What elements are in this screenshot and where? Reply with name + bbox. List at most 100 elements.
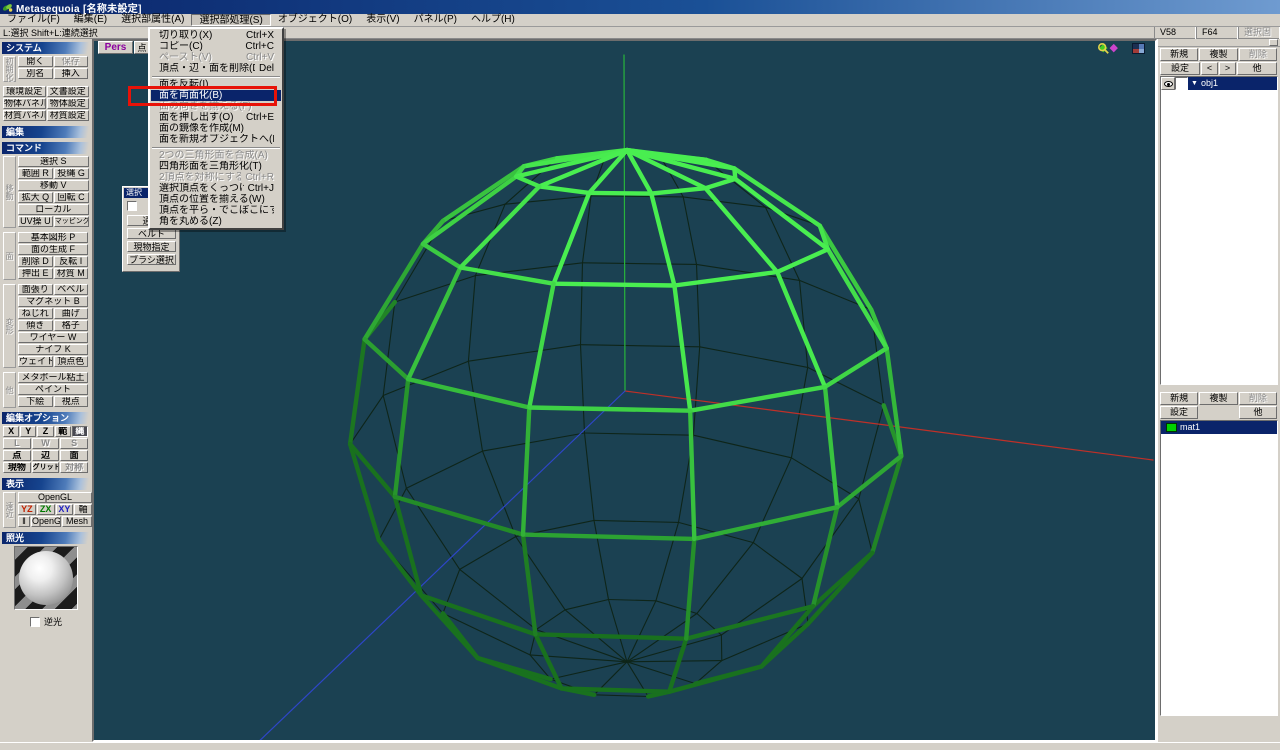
dropdown-item[interactable]: 頂点の位置を揃える(W) <box>151 194 281 205</box>
dropdown-item[interactable]: コピー(C) Ctrl+C <box>151 41 281 52</box>
command-button[interactable]: グリッド <box>31 462 60 473</box>
object-settings-button[interactable]: < <box>1201 62 1218 75</box>
object-selected-bar[interactable]: ▼ obj1 <box>1188 77 1277 90</box>
command-button[interactable]: メタボール粘土 <box>18 372 88 383</box>
dropdown-item[interactable]: 角を丸める(Z) <box>151 216 281 227</box>
selection-mode-button[interactable]: 現物指定 <box>127 241 176 252</box>
command-button[interactable]: Z <box>37 426 54 437</box>
command-button[interactable]: ペイント <box>18 384 88 395</box>
command-button[interactable]: 拡大 Q <box>18 192 53 203</box>
command-button[interactable]: Mesh <box>62 516 92 527</box>
panel-header[interactable]: 照光 <box>2 532 90 544</box>
lighting-preview[interactable] <box>14 546 78 610</box>
command-button[interactable]: 材質 M <box>53 268 88 279</box>
object-settings-button[interactable]: > <box>1219 62 1236 75</box>
dropdown-item[interactable]: 切り取り(X) Ctrl+X <box>151 30 281 41</box>
command-button[interactable]: マッピング <box>53 216 89 227</box>
menu-item[interactable]: ヘルプ(H) <box>464 14 522 26</box>
command-button[interactable]: 格子 <box>53 320 88 331</box>
command-button[interactable]: 面 <box>60 450 89 461</box>
object-settings-button[interactable]: 他 <box>1237 62 1277 75</box>
command-button[interactable]: ベベル <box>53 284 88 295</box>
command-button[interactable]: 物体設定 <box>46 98 90 109</box>
command-button[interactable]: UV操 U <box>18 216 53 227</box>
command-button[interactable]: 曲げ <box>53 308 88 319</box>
command-button[interactable]: X <box>3 426 20 437</box>
dropdown-item[interactable]: 頂点を平ら・でこぼこにする(Y) <box>151 205 281 216</box>
command-button[interactable]: 投縄 G <box>53 168 89 179</box>
command-button[interactable]: 縄 <box>71 426 89 437</box>
command-button[interactable]: 視点 <box>53 396 88 407</box>
command-button[interactable]: ‖ <box>18 516 30 527</box>
menu-item[interactable]: 編集(E) <box>67 14 114 26</box>
panel-header[interactable]: 編集 <box>2 126 90 138</box>
backlight-checkbox[interactable] <box>29 616 40 627</box>
command-button[interactable]: ウェイト <box>18 356 53 367</box>
dropdown-item[interactable]: 面を押し出す(O) Ctrl+E <box>151 112 281 123</box>
zoom-icon[interactable] <box>1097 42 1110 55</box>
command-button[interactable]: YZ <box>18 504 36 515</box>
command-button[interactable]: 文書設定 <box>46 86 90 97</box>
command-button[interactable]: 移動 V <box>18 180 89 191</box>
view-mode-button[interactable]: Pers <box>98 41 133 54</box>
dropdown-item[interactable]: 面を新規オブジェクトへ(N) <box>151 134 281 145</box>
command-button[interactable]: OpenGL <box>18 492 92 503</box>
command-button[interactable]: 現物 <box>3 462 31 473</box>
command-button[interactable]: 材質パネル <box>3 110 46 121</box>
command-button[interactable]: XY <box>55 504 74 515</box>
expand-arrow-icon[interactable]: ▼ <box>1191 77 1198 90</box>
object-settings-button[interactable]: 設定 <box>1160 62 1200 75</box>
dropdown-item[interactable]: 面の鏡像を作成(M) <box>151 123 281 134</box>
command-button[interactable]: 開く <box>18 56 53 67</box>
command-button[interactable]: OpenGL <box>31 516 62 527</box>
panel-header[interactable]: 編集オプション <box>2 412 90 424</box>
panel-header[interactable]: システム <box>2 42 90 54</box>
material-list[interactable]: mat1 <box>1160 420 1278 716</box>
panel-header[interactable]: 表示 <box>2 478 90 490</box>
command-button[interactable]: 範囲 R <box>18 168 53 179</box>
object-list-item[interactable]: ▼ obj1 <box>1161 77 1277 90</box>
material-actions-button[interactable]: 複製 <box>1199 392 1238 405</box>
command-button[interactable]: 削除 D <box>18 256 53 267</box>
command-button[interactable]: 傾き <box>18 320 53 331</box>
command-button[interactable]: Y <box>20 426 37 437</box>
command-button[interactable]: 頂点色 <box>53 356 88 367</box>
view-layout-icon[interactable] <box>1132 43 1145 54</box>
selection-option-checkbox[interactable] <box>127 201 137 211</box>
object-actions-button[interactable]: 複製 <box>1199 48 1238 61</box>
menu-item[interactable]: ファイル(F) <box>0 14 67 26</box>
menu-item[interactable]: パネル(P) <box>407 14 464 26</box>
command-button[interactable]: 挿入 <box>53 68 88 79</box>
object-actions-button[interactable]: 新規 <box>1160 48 1199 61</box>
material-selected-bar[interactable]: mat1 <box>1161 421 1277 434</box>
menu-item[interactable]: 選択部属性(A) <box>114 14 191 26</box>
menu-item[interactable]: オブジェクト(O) <box>271 14 359 26</box>
selection-mode-button[interactable]: ブラシ選択 <box>127 254 176 265</box>
material-other-button[interactable]: 他 <box>1239 406 1277 419</box>
object-list[interactable]: ▼ obj1 <box>1160 76 1278 385</box>
visibility-toggle-button[interactable] <box>1161 77 1175 90</box>
menu-item[interactable]: 表示(V) <box>359 14 406 26</box>
command-button[interactable]: ワイヤー W <box>18 332 88 343</box>
command-button[interactable]: ナイフ K <box>18 344 88 355</box>
command-button[interactable]: 環境設定 <box>3 86 46 97</box>
command-button[interactable]: 面の生成 F <box>18 244 88 255</box>
panel-collapse-button[interactable] <box>1269 39 1278 46</box>
command-button[interactable]: 下絵 <box>18 396 53 407</box>
command-button[interactable]: 回転 C <box>53 192 89 203</box>
command-button[interactable]: 辺 <box>31 450 60 461</box>
material-list-item[interactable]: mat1 <box>1161 421 1277 434</box>
command-button[interactable]: ねじれ <box>18 308 53 319</box>
command-button[interactable]: 別名 <box>18 68 53 79</box>
dropdown-item[interactable]: 選択頂点をくっつける(J)Ctrl+J <box>151 183 281 194</box>
object-color-swatch[interactable] <box>1175 77 1188 90</box>
command-button[interactable]: 軸 <box>74 504 92 515</box>
command-button[interactable]: ZX <box>36 504 55 515</box>
menu-item[interactable]: 選択部処理(S) <box>191 14 271 26</box>
pan-view-icon[interactable]: ◆ <box>1110 43 1118 54</box>
command-button[interactable]: 範 <box>54 426 71 437</box>
material-actions-button[interactable]: 新規 <box>1160 392 1199 405</box>
dropdown-item[interactable]: 四角形面を三角形化(T) <box>151 161 281 172</box>
command-button[interactable]: 押出 E <box>18 268 53 279</box>
dropdown-item[interactable]: 頂点・辺・面を削除(D) Del <box>151 63 281 74</box>
